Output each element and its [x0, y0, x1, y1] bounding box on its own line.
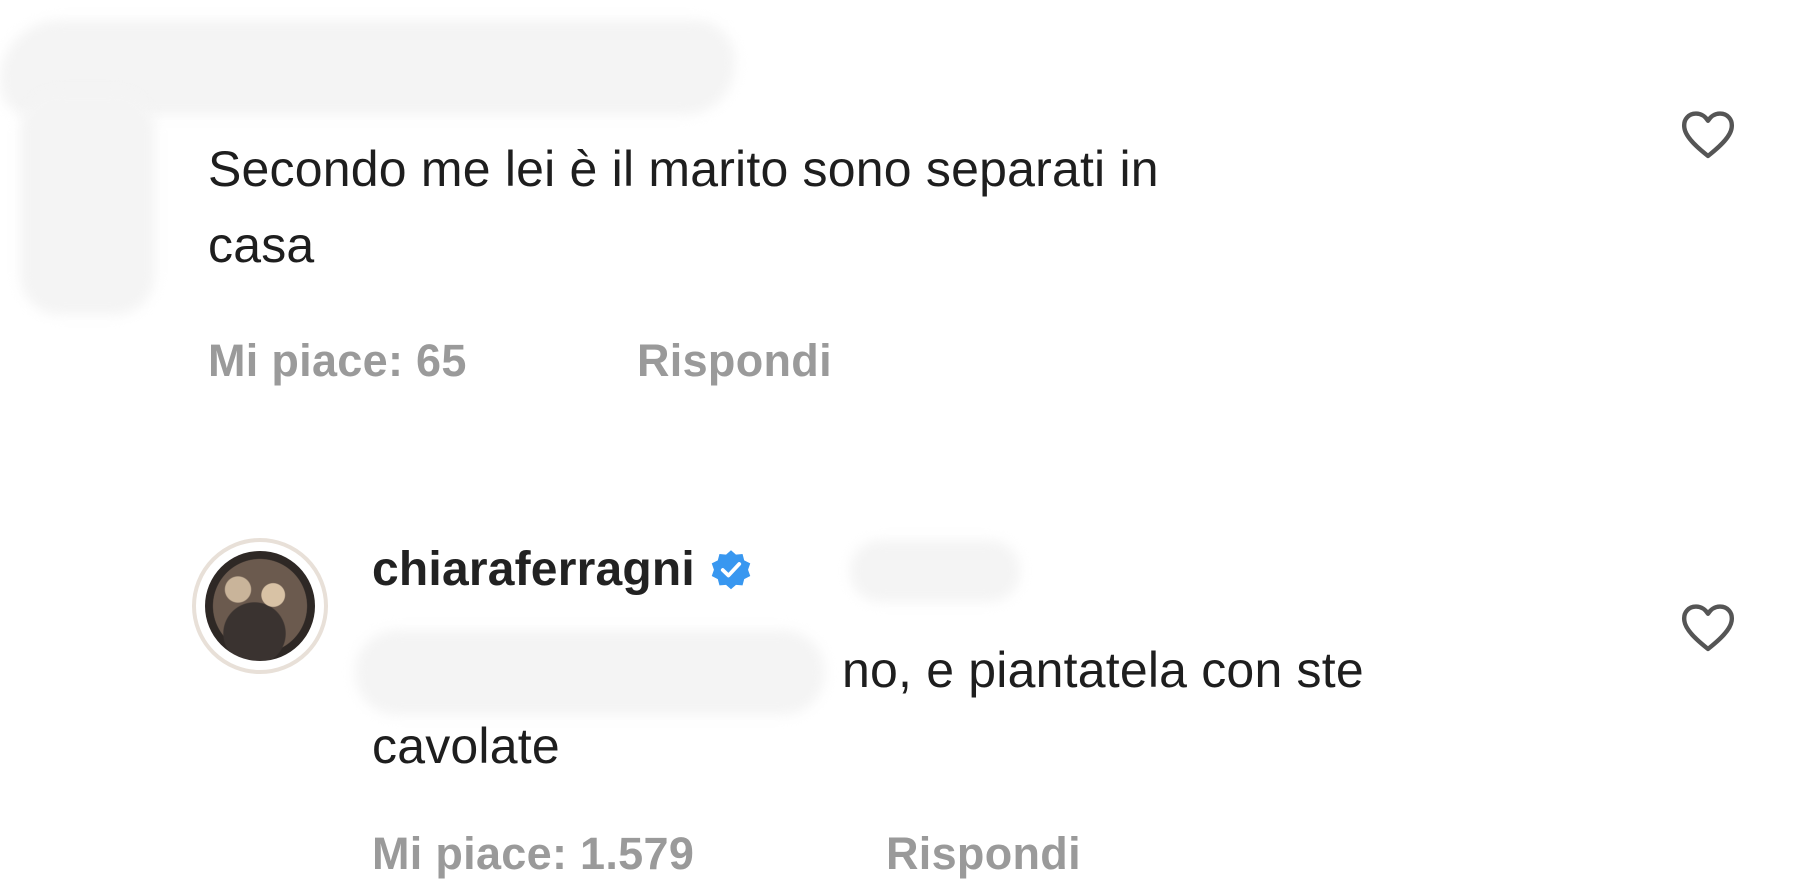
avatar-image — [205, 551, 315, 661]
likes-count[interactable]: Mi piace: 1.579 — [372, 828, 694, 880]
redaction-smudge — [20, 90, 155, 315]
heart-outline-icon[interactable] — [1680, 110, 1736, 160]
comment-header: chiaraferragni — [372, 542, 753, 597]
heart-outline-icon[interactable] — [1680, 603, 1736, 653]
comment-text-line: casa — [208, 217, 315, 273]
comment-text: Secondo me lei è il marito sono separati… — [208, 131, 1588, 283]
comment-text-line: Secondo me lei è il marito sono separati… — [208, 141, 1159, 197]
comment-text: no, e piantatela con ste cavolate — [372, 632, 1602, 784]
verified-badge-icon — [711, 549, 751, 589]
reply-button[interactable]: Rispondi — [637, 335, 832, 387]
avatar[interactable] — [192, 538, 328, 674]
reply-button[interactable]: Rispondi — [886, 828, 1081, 880]
username[interactable]: chiaraferragni — [372, 542, 695, 597]
likes-count[interactable]: Mi piace: 65 — [208, 335, 467, 387]
redaction-smudge — [850, 540, 1020, 602]
comment-text-line: no, e piantatela con ste — [842, 642, 1364, 698]
comment-text-line: cavolate — [372, 718, 560, 774]
